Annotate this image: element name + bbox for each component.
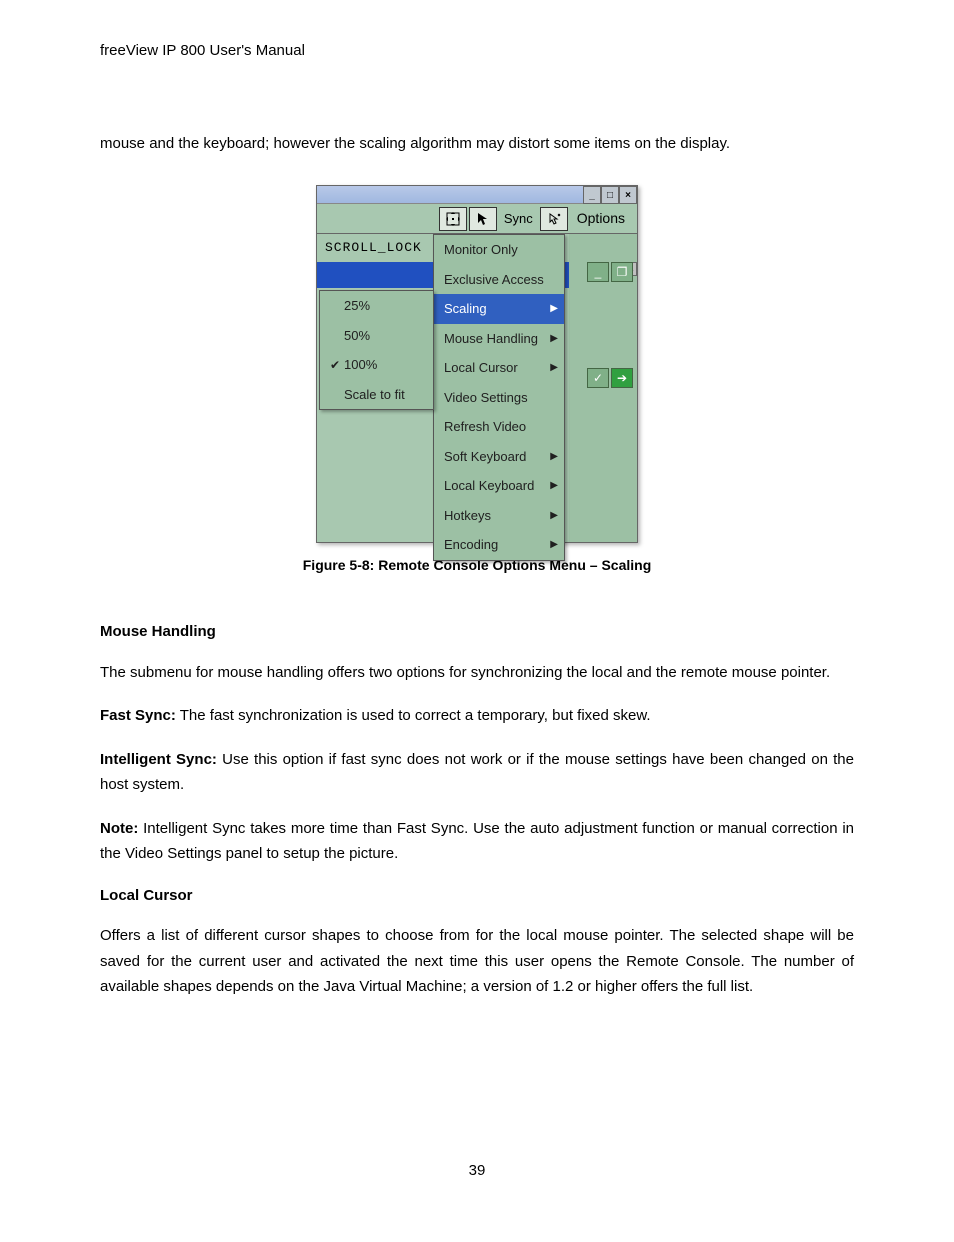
window-body: SCROLL_LOCK ▲ _ ❐ ✓ ➔ Monitor OnlyExclus… (317, 234, 637, 542)
check-icon: ✔ (330, 356, 344, 374)
submenu-arrow-icon: ▶ (550, 331, 558, 346)
cursor-icon[interactable] (469, 207, 497, 231)
submenu-arrow-icon: ▶ (550, 478, 558, 493)
scaling-menu-item[interactable]: 50% (320, 321, 433, 351)
mouse-handling-heading: Mouse Handling (100, 621, 854, 644)
options-menu: Monitor OnlyExclusive AccessScaling▶Mous… (433, 234, 565, 561)
submenu-arrow-icon: ▶ (550, 449, 558, 464)
menu-item[interactable]: Refresh Video (434, 412, 564, 442)
menu-item-label: Scaling (444, 299, 487, 319)
menu-item[interactable]: Local Keyboard ▶ (434, 471, 564, 501)
menu-item-label: Video Settings (444, 388, 528, 408)
right-panel: ▲ _ ❐ ✓ ➔ (569, 234, 637, 542)
minimize-button[interactable]: _ (583, 186, 601, 204)
page-number: 39 (100, 1160, 854, 1183)
menu-item-label: Exclusive Access (444, 270, 544, 290)
submenu-arrow-icon: ▶ (550, 360, 558, 375)
note-text: Intelligent Sync takes more time than Fa… (100, 820, 854, 863)
menu-item[interactable]: Exclusive Access (434, 265, 564, 295)
menu-item-label: Mouse Handling (444, 329, 538, 349)
submenu-arrow-icon: ▶ (550, 301, 558, 316)
panel-check-icon[interactable]: ✓ (587, 368, 609, 388)
scaling-menu-item[interactable]: 25% (320, 291, 433, 321)
menu-item[interactable]: Monitor Only (434, 235, 564, 265)
page-header: freeView IP 800 User's Manual (100, 40, 854, 63)
note-paragraph: Note: Intelligent Sync takes more time t… (100, 816, 854, 867)
submenu-arrow-icon: ▶ (550, 537, 558, 552)
sync-label: Sync (498, 209, 539, 229)
intelligent-sync-label: Intelligent Sync: (100, 751, 217, 768)
mouse-handling-p1: The submenu for mouse handling offers tw… (100, 660, 854, 686)
close-button[interactable]: × (619, 186, 637, 204)
scaling-menu-item[interactable]: ✔100% (320, 350, 433, 380)
menu-item-label: Refresh Video (444, 417, 526, 437)
fast-sync-label: Fast Sync: (100, 707, 176, 724)
scaling-item-label: 100% (344, 355, 377, 375)
cursor-click-icon[interactable] (540, 207, 568, 231)
intelligent-sync-paragraph: Intelligent Sync: Use this option if fas… (100, 747, 854, 798)
figure-container: _ □ × Sync Options SCROLL_LOCK ▲ (100, 185, 854, 543)
window-titlebar[interactable]: _ □ × (317, 186, 637, 204)
intro-paragraph: mouse and the keyboard; however the scal… (100, 133, 854, 156)
maximize-button[interactable]: □ (601, 186, 619, 204)
scaling-item-label: 50% (344, 326, 370, 346)
menu-item[interactable]: Hotkeys ▶ (434, 501, 564, 531)
menu-item[interactable]: Scaling ▶ (434, 294, 564, 324)
scaling-item-label: Scale to fit (344, 385, 405, 405)
menu-item-label: Hotkeys (444, 506, 491, 526)
menu-item-label: Monitor Only (444, 240, 518, 260)
local-cursor-heading: Local Cursor (100, 885, 854, 908)
scaling-item-label: 25% (344, 296, 370, 316)
menu-item-label: Local Keyboard (444, 476, 534, 496)
toolbar: Sync Options (317, 204, 637, 234)
panel-arrow-icon[interactable]: ➔ (611, 368, 633, 388)
move-icon[interactable] (439, 207, 467, 231)
menu-item[interactable]: Mouse Handling ▶ (434, 324, 564, 354)
panel-window-icon[interactable]: ❐ (611, 262, 633, 282)
scaling-menu-item[interactable]: Scale to fit (320, 380, 433, 410)
submenu-arrow-icon: ▶ (550, 508, 558, 523)
note-label: Note: (100, 820, 138, 837)
menu-item[interactable]: Encoding ▶ (434, 530, 564, 560)
menu-item[interactable]: Local Cursor ▶ (434, 353, 564, 383)
menu-item[interactable]: Video Settings (434, 383, 564, 413)
local-cursor-p1: Offers a list of different cursor shapes… (100, 923, 854, 1000)
menu-item-label: Encoding (444, 535, 498, 555)
panel-minimize-icon[interactable]: _ (587, 262, 609, 282)
fast-sync-text: The fast synchronization is used to corr… (176, 707, 651, 724)
options-button[interactable]: Options (569, 208, 633, 229)
menu-item-label: Local Cursor (444, 358, 518, 378)
scaling-submenu: 25%50%✔100%Scale to fit (319, 290, 434, 410)
screenshot-window: _ □ × Sync Options SCROLL_LOCK ▲ (316, 185, 638, 543)
menu-item[interactable]: Soft Keyboard ▶ (434, 442, 564, 472)
menu-item-label: Soft Keyboard (444, 447, 526, 467)
fast-sync-paragraph: Fast Sync: The fast synchronization is u… (100, 703, 854, 729)
